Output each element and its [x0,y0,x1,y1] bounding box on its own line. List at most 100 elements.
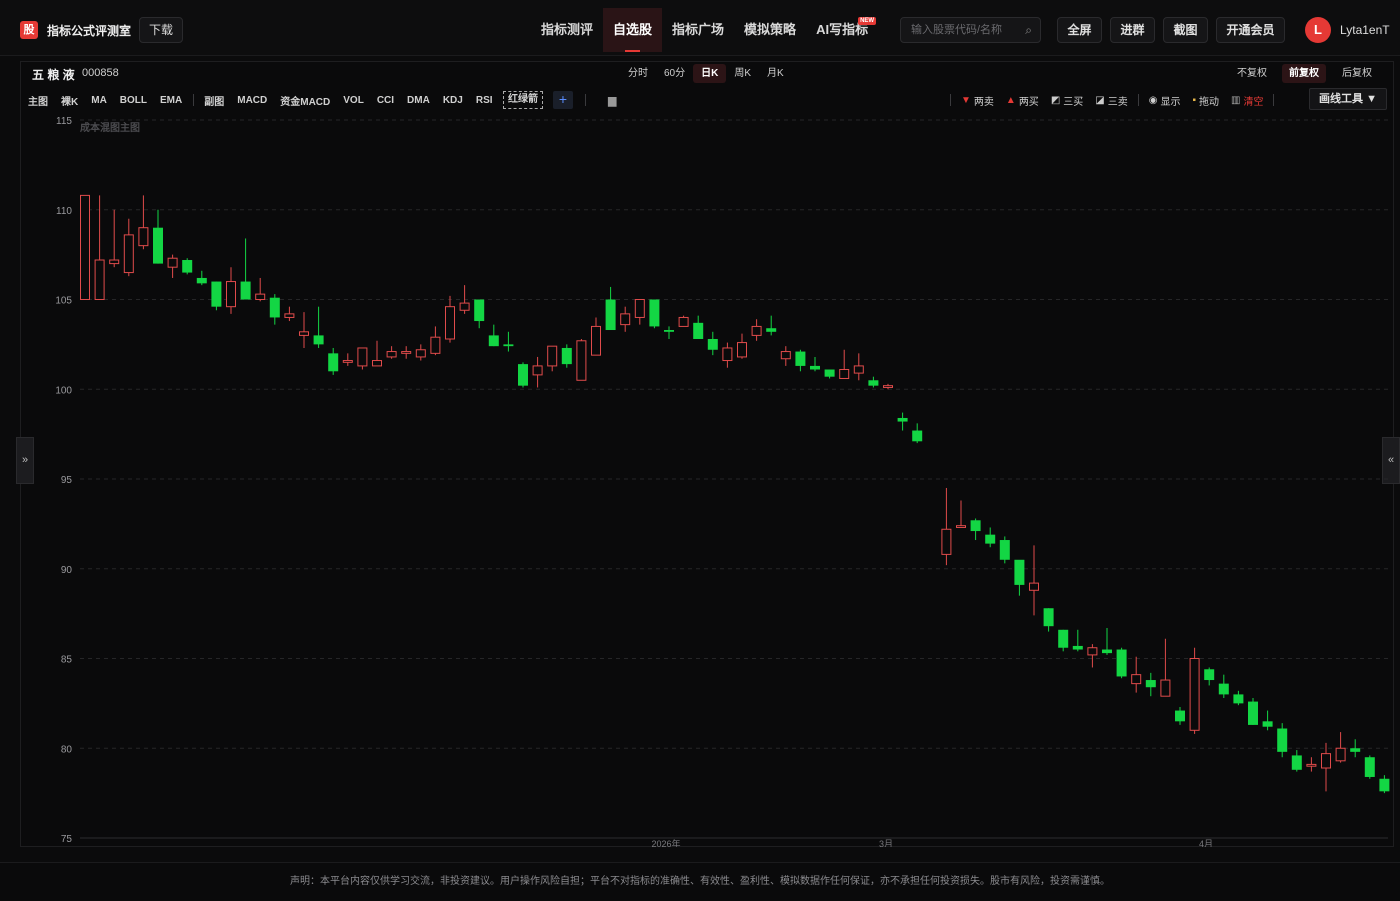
candle-up [80,194,90,300]
indicator-macd[interactable]: MACD [231,95,274,106]
indicator-dma[interactable]: DMA [401,95,437,106]
candle-down [1175,710,1185,722]
three-sell-toggle[interactable]: ◪ 三卖 [1089,93,1133,108]
join-group-button[interactable]: 进群 [1110,17,1155,43]
indicator-ma[interactable]: MA [85,95,114,106]
indicator-sub-chart[interactable]: 副图 [198,93,231,108]
candle-up [342,360,353,363]
candle-down [1058,629,1069,648]
indicator-boll[interactable]: BOLL [113,95,153,106]
candle-up [1321,753,1331,769]
candle-down [897,417,908,422]
divider [1137,94,1139,106]
indicator-cci[interactable]: CCI [370,95,400,106]
divider [192,94,194,106]
candle-down [488,335,499,347]
tab-period-intraday[interactable]: 分时 [620,64,656,83]
screenshot-button[interactable]: 截图 [1163,17,1208,43]
nav-item-indicator-review[interactable]: 指标测评 [531,8,603,52]
drag-toggle[interactable]: ▪ 拖动 [1186,93,1225,108]
tool-label: 拖动 [1199,96,1219,108]
divider [950,94,951,106]
x-tick-label: 3月 [879,839,893,847]
brand-logo-icon[interactable]: 股 [20,21,38,39]
chart-watermark: 成本混图主图 [80,121,140,134]
candle-up [678,316,689,327]
candle-up [386,351,397,358]
tab-adjust-none[interactable]: 不复权 [1230,64,1274,83]
candle-down [664,330,674,332]
avatar[interactable]: L [1305,17,1331,43]
candle-down [269,297,280,318]
down-triangle-icon: ▼ [961,94,971,106]
search-input[interactable] [901,18,1019,42]
add-indicator-button[interactable]: + [553,91,574,109]
candle-up [138,227,149,247]
candle-down [693,322,704,339]
candle-down [1072,645,1083,650]
candle-up [1160,679,1171,697]
save-icon[interactable]: ▆ [608,94,616,107]
candle-down [561,347,572,365]
two-sell-toggle[interactable]: ▼ 两卖 [955,93,1000,108]
y-tick-label: 105 [55,296,72,307]
candle-down [766,328,777,332]
candle-up [167,257,178,268]
username[interactable]: Lyta1enT [1340,23,1390,37]
candle-up [941,528,952,555]
nav-item-ai-indicator[interactable]: AI写指标 NEW [806,8,878,52]
three-buy-toggle[interactable]: ◩ 三买 [1045,93,1089,108]
search-icon[interactable]: ⌕ [1025,23,1032,38]
candle-up [123,234,134,274]
tab-period-weekly[interactable]: 周K [726,64,759,83]
candle-down [999,540,1010,560]
new-badge: NEW [858,17,877,25]
download-button[interactable]: 下载 [139,17,183,43]
tool-label: 清空 [1243,96,1264,108]
tab-period-60min[interactable]: 60分 [656,64,693,83]
candle-down [868,380,879,386]
tab-period-monthly[interactable]: 月K [759,64,792,83]
nav-label: 指标广场 [672,22,725,37]
indicator-fund-macd[interactable]: 资金MACD [274,93,337,108]
indicator-kdj[interactable]: KDJ [436,95,469,106]
tab-adjust-forward[interactable]: 前复权 [1282,64,1326,83]
candle-up [1335,747,1346,762]
indicator-main-chart[interactable]: 主图 [28,93,55,108]
candlestick-chart[interactable]: 115 110 105 100 95 90 85 80 75 2026年 3月 4月 成本混图主图 [20,112,1394,847]
candle-down [474,299,485,322]
candle-down [1364,757,1375,777]
indicator-ema[interactable]: EMA [154,95,189,106]
tool-label: 两买 [1018,96,1039,108]
candle-down [1233,694,1244,704]
membership-button[interactable]: 开通会员 [1216,17,1285,43]
show-toggle[interactable]: ◉ 显示 [1143,93,1187,108]
tab-adjust-backward[interactable]: 后复权 [1335,64,1379,83]
divider [585,94,587,106]
candle-up [430,336,441,354]
x-tick-label: 2026年 [651,838,680,847]
candle-down [240,281,251,300]
nav-item-sim-strategy[interactable]: 模拟策略 [734,8,806,52]
indicator-red-green-arrow[interactable]: 红绿箭 [503,91,544,109]
two-buy-toggle[interactable]: ▲ 两买 [1000,93,1045,108]
indicator-naked-k[interactable]: 裸K [55,93,85,108]
candle-up [591,325,601,356]
brand-name[interactable]: 指标公式评测室 [47,22,131,39]
nav-item-indicator-square[interactable]: 指标广场 [662,8,734,52]
candle-up [780,351,791,360]
indicator-vol[interactable]: VOL [337,95,371,106]
tab-period-daily[interactable]: 日K [693,64,727,83]
nav-label: 指标测评 [541,22,594,37]
top-navbar: 股 指标公式评测室 下载 指标测评 自选股 指标广场 模拟策略 AI写指标 NEW… [0,0,1400,56]
candle-down [1379,778,1390,792]
indicator-rsi[interactable]: RSI [469,95,499,106]
candle-down [211,281,222,307]
candle-up [839,369,850,379]
nav-item-watchlist[interactable]: 自选股 [603,8,663,52]
draw-tools-dropdown[interactable]: 画线工具 ▼ [1309,88,1387,110]
clear-button[interactable]: ▥ 清空 [1225,93,1269,108]
candle-down [153,227,163,264]
candle-up [1189,658,1200,731]
fullscreen-button[interactable]: 全屏 [1057,17,1102,43]
